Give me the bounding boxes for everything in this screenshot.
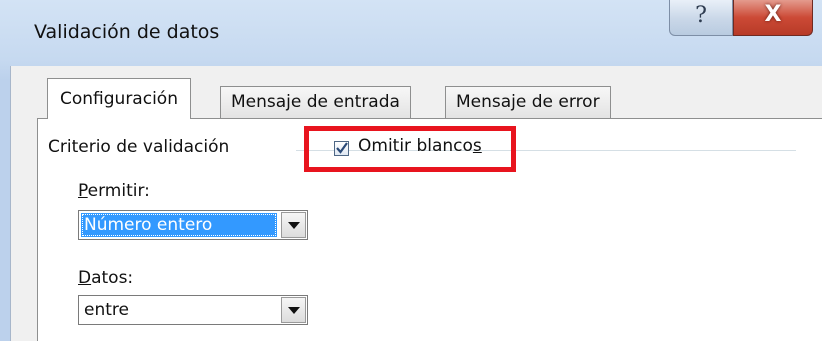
allow-select-value: Número entero (81, 213, 277, 237)
checkmark-icon (336, 142, 348, 154)
ignore-blank-checkbox[interactable] (334, 141, 349, 156)
data-label: Datos: (78, 268, 133, 288)
close-icon: X (764, 2, 782, 27)
ignore-blank-label-mnemonic: s (472, 136, 482, 156)
data-select[interactable]: entre (78, 295, 308, 325)
data-label-text: atos: (91, 268, 134, 288)
help-icon: ? (695, 3, 707, 28)
dialog-title: Validación de datos (34, 21, 220, 43)
data-label-mnemonic: D (78, 268, 92, 288)
data-select-value: entre (84, 300, 129, 320)
dropdown-arrow-icon (288, 222, 300, 229)
allow-label-text: ermitir: (87, 181, 150, 201)
dropdown-arrow-icon (288, 307, 300, 314)
allow-label: Permitir: (78, 181, 150, 201)
close-button[interactable]: X (733, 0, 813, 36)
tab-configuracion[interactable]: Configuración (47, 78, 191, 119)
dialog-body: Configuración Mensaje de entrada Mensaje… (10, 66, 822, 341)
allow-dropdown-button[interactable] (281, 212, 306, 238)
help-button[interactable]: ? (669, 0, 733, 36)
tab-mensaje-de-entrada[interactable]: Mensaje de entrada (220, 86, 411, 118)
allow-label-mnemonic: P (78, 181, 88, 201)
tab-mensaje-de-error[interactable]: Mensaje de error (445, 86, 611, 118)
data-dropdown-button[interactable] (281, 297, 306, 323)
ignore-blank-label-text: Omitir blanco (358, 136, 473, 156)
allow-select[interactable]: Número entero (78, 210, 308, 240)
data-validation-dialog: Validación de datos ? X Configuración Me… (0, 0, 822, 341)
ignore-blank-label[interactable]: Omitir blancos (358, 136, 482, 156)
validation-criteria-label: Criterio de validación (48, 137, 230, 157)
title-bar[interactable]: Validación de datos ? X (0, 0, 822, 66)
